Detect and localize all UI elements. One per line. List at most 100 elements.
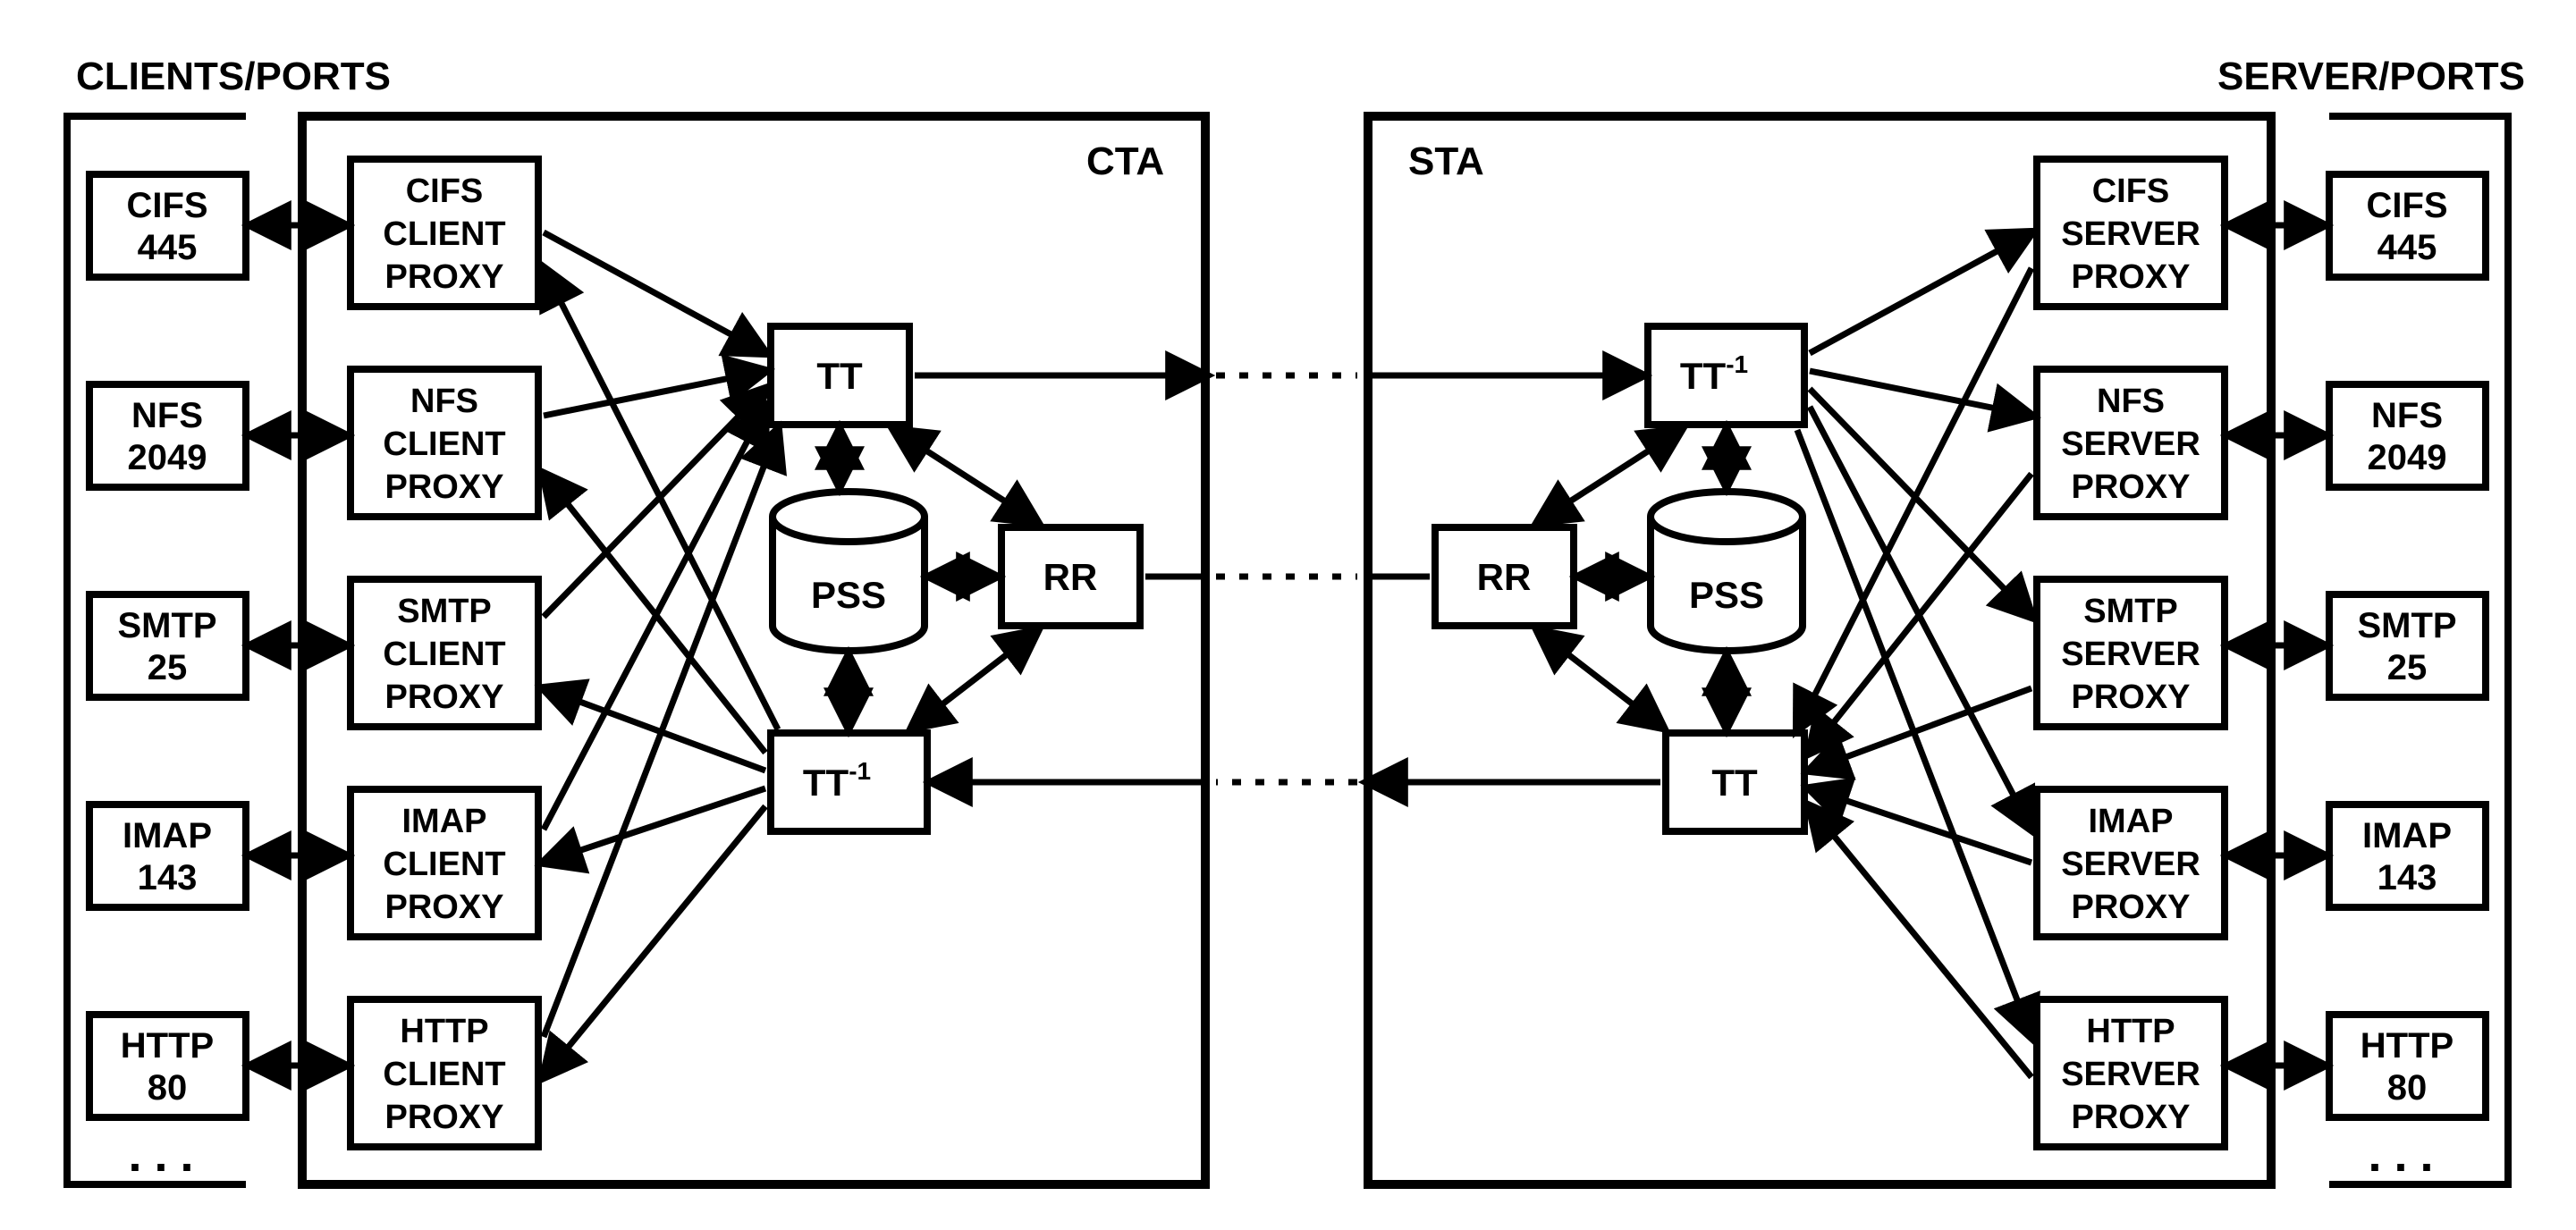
server-port-smtp-name: SMTP <box>2357 606 2456 645</box>
cifs-client-proxy: CIFS CLIENT PROXY <box>351 159 538 307</box>
nfs-client-proxy-l1: NFS <box>410 383 478 420</box>
imap-server-proxy-l2: SERVER <box>2061 846 2200 883</box>
http-server-proxy: HTTP SERVER PROXY <box>2037 999 2225 1147</box>
client-port-http-num: 80 <box>148 1068 188 1108</box>
server-port-nfs-num: 2049 <box>2368 438 2447 477</box>
cta-ttinv-label: TT-1 <box>803 757 871 804</box>
cta-rr-ttinv <box>912 631 1037 728</box>
http-client-proxy-l1: HTTP <box>400 1013 488 1050</box>
nfs-server-proxy: NFS SERVER PROXY <box>2037 369 2225 517</box>
smtp-server-proxy-l2: SERVER <box>2061 636 2200 673</box>
http-server-proxy-l1: HTTP <box>2086 1013 2175 1050</box>
server-port-http-num: 80 <box>2387 1068 2428 1108</box>
imap-server-proxy-l1: IMAP <box>2089 803 2174 840</box>
sta-pss-label: PSS <box>1689 574 1764 616</box>
server-port-smtp: SMTP 25 <box>2329 594 2486 697</box>
smtp-client-proxy-l3: PROXY <box>384 678 503 716</box>
client-port-nfs-num: 2049 <box>128 438 207 477</box>
client-port-cifs-name: CIFS <box>126 186 207 225</box>
smtp-server-proxy-l1: SMTP <box>2083 593 2178 630</box>
http-server-proxy-l3: PROXY <box>2071 1099 2190 1136</box>
nfs-client-proxy-l2: CLIENT <box>383 425 505 463</box>
client-port-imap-name: IMAP <box>122 816 212 855</box>
http-client-proxy: HTTP CLIENT PROXY <box>351 999 538 1147</box>
cta-rr-label: RR <box>1043 556 1098 598</box>
sta-rr-box: RR <box>1435 527 1574 626</box>
server-port-http: HTTP 80 <box>2329 1015 2486 1117</box>
imap-client-proxy: IMAP CLIENT PROXY <box>351 789 538 937</box>
cta-pss-label: PSS <box>811 574 886 616</box>
sta-rr-label: RR <box>1477 556 1532 598</box>
server-port-imap-num: 143 <box>2378 858 2437 897</box>
sta-ttinv-label: TT-1 <box>1680 350 1748 397</box>
smtp-client-proxy-l1: SMTP <box>397 593 492 630</box>
imap-client-proxy-l2: CLIENT <box>383 846 505 883</box>
cta-pss-cylinder: PSS <box>773 492 925 651</box>
nfs-server-proxy-l2: SERVER <box>2061 425 2200 463</box>
smtp-client-proxy: SMTP CLIENT PROXY <box>351 579 538 727</box>
sta-tt-box: TT <box>1666 733 1804 831</box>
ttinv-to-sproxy-nfs <box>1810 371 2031 416</box>
cifs-server-proxy-l3: PROXY <box>2071 258 2190 296</box>
cifs-server-proxy-l2: SERVER <box>2061 215 2200 253</box>
cifs-client-proxy-l1: CIFS <box>406 173 484 210</box>
cifs-client-proxy-l2: CLIENT <box>383 215 505 253</box>
proxy-nfs-to-tt <box>544 371 765 416</box>
sproxy-http-to-tt <box>1810 806 2031 1077</box>
left-ellipsis: ... <box>128 1128 206 1182</box>
client-port-smtp-name: SMTP <box>117 606 216 645</box>
smtp-client-proxy-l2: CLIENT <box>383 636 505 673</box>
sta-pss-cylinder: PSS <box>1651 492 1803 651</box>
client-port-http-name: HTTP <box>121 1026 214 1066</box>
cta-ttinv-box: TT-1 <box>771 733 927 831</box>
server-port-nfs-name: NFS <box>2371 396 2443 435</box>
sta-tt-label: TT <box>1711 762 1758 804</box>
client-port-cifs-num: 445 <box>138 228 198 267</box>
cta-label: CTA <box>1086 139 1164 183</box>
cifs-server-proxy-l1: CIFS <box>2092 173 2170 210</box>
smtp-server-proxy-l3: PROXY <box>2071 678 2190 716</box>
server-port-imap: IMAP 143 <box>2329 805 2486 907</box>
server-port-cifs-name: CIFS <box>2366 186 2447 225</box>
imap-client-proxy-l1: IMAP <box>402 803 487 840</box>
imap-client-proxy-l3: PROXY <box>384 889 503 926</box>
nfs-server-proxy-l1: NFS <box>2097 383 2165 420</box>
server-port-cifs-num: 445 <box>2378 228 2437 267</box>
cifs-client-proxy-l3: PROXY <box>384 258 503 296</box>
imap-server-proxy-l3: PROXY <box>2071 889 2190 926</box>
client-port-imap-num: 143 <box>138 858 198 897</box>
ttinv-to-proxy-http <box>544 806 765 1077</box>
client-port-nfs: NFS 2049 <box>89 384 246 487</box>
server-port-cifs: CIFS 445 <box>2329 174 2486 277</box>
cta-tt-label: TT <box>816 355 863 397</box>
smtp-server-proxy: SMTP SERVER PROXY <box>2037 579 2225 727</box>
client-port-smtp-num: 25 <box>148 648 188 687</box>
diagram-canvas: CLIENTS/PORTS SERVER/PORTS CTA STA CIFS … <box>0 0 2576 1226</box>
right-ellipsis: ... <box>2368 1128 2445 1182</box>
http-client-proxy-l2: CLIENT <box>383 1056 505 1093</box>
ttinv-to-sproxy-smtp <box>1810 389 2031 617</box>
server-port-imap-name: IMAP <box>2362 816 2452 855</box>
sta-label: STA <box>1408 139 1484 183</box>
ttinv-to-proxy-nfs <box>544 474 765 753</box>
proxy-smtp-to-tt <box>544 389 765 617</box>
cta-tt-box: TT <box>771 326 909 425</box>
cifs-server-proxy: CIFS SERVER PROXY <box>2037 159 2225 307</box>
server-port-smtp-num: 25 <box>2387 648 2428 687</box>
nfs-client-proxy-l3: PROXY <box>384 468 503 506</box>
clients-ports-header: CLIENTS/PORTS <box>76 55 391 98</box>
cta-rr-box: RR <box>1001 527 1140 626</box>
nfs-client-proxy: NFS CLIENT PROXY <box>351 369 538 517</box>
sta-ttinv-box: TT-1 <box>1648 326 1804 425</box>
server-port-http-name: HTTP <box>2361 1026 2454 1066</box>
server-ports-header: SERVER/PORTS <box>2217 55 2525 98</box>
nfs-server-proxy-l3: PROXY <box>2071 468 2190 506</box>
server-port-nfs: NFS 2049 <box>2329 384 2486 487</box>
client-port-imap: IMAP 143 <box>89 805 246 907</box>
client-port-http: HTTP 80 <box>89 1015 246 1117</box>
sta-rr-tt <box>1538 631 1663 728</box>
http-server-proxy-l2: SERVER <box>2061 1056 2200 1093</box>
client-port-cifs: CIFS 445 <box>89 174 246 277</box>
client-port-nfs-name: NFS <box>131 396 203 435</box>
client-port-smtp: SMTP 25 <box>89 594 246 697</box>
